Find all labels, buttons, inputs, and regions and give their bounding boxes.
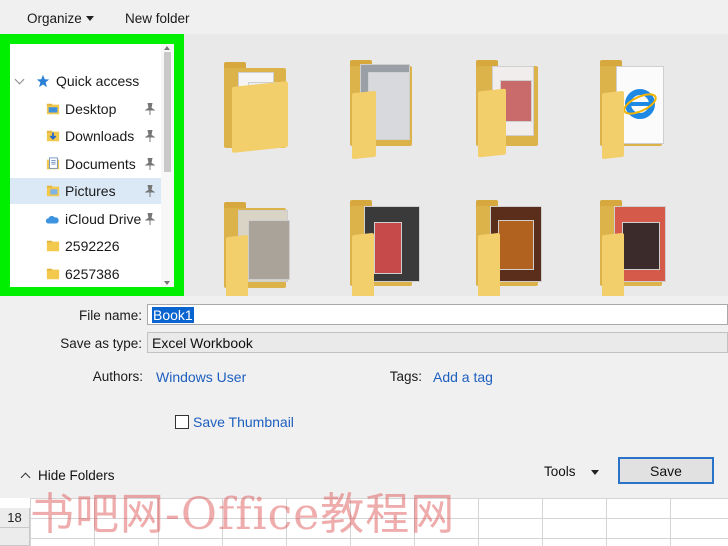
nav-item-label: 2592226	[65, 238, 120, 254]
folder-content-area	[184, 34, 728, 304]
new-folder-button[interactable]: New folder	[125, 11, 190, 26]
nav-item-label: 6257386	[65, 266, 120, 282]
navigation-scrollbar[interactable]	[161, 44, 174, 287]
nav-item-quick-access[interactable]: Quick access	[10, 68, 161, 94]
nav-item-label: Desktop	[65, 101, 117, 117]
pin-icon[interactable]	[145, 213, 155, 225]
folder-tile[interactable]	[594, 52, 680, 160]
folder-tile[interactable]	[470, 192, 556, 302]
folder-tile[interactable]	[218, 54, 304, 154]
row-header: 18	[0, 508, 30, 528]
documents-folder-icon	[46, 157, 60, 170]
folder-tile[interactable]	[344, 52, 430, 160]
save-as-type-label: Save as type:	[60, 336, 142, 351]
chevron-down-icon	[85, 16, 94, 21]
nav-item-documents[interactable]: Documents	[10, 151, 161, 177]
nav-item-label: Downloads	[65, 128, 135, 144]
scroll-down-icon[interactable]	[164, 281, 170, 285]
chevron-up-icon	[20, 472, 31, 483]
folder-tile[interactable]	[344, 192, 430, 302]
save-as-type-value: Excel Workbook	[152, 335, 253, 351]
nav-item-label: Pictures	[65, 183, 116, 199]
save-thumbnail-option[interactable]: Save Thumbnail	[175, 414, 294, 430]
expand-chevron-icon[interactable]	[14, 74, 25, 85]
hide-folders-label: Hide Folders	[38, 468, 115, 483]
folder-tile[interactable]	[470, 52, 556, 158]
pin-icon[interactable]	[145, 185, 155, 197]
save-as-type-select[interactable]: Excel Workbook	[147, 332, 728, 353]
toolbar: Organize New folder	[0, 0, 728, 38]
ie-logo-icon	[623, 89, 657, 119]
folder-tile[interactable]	[594, 192, 680, 302]
nav-item-downloads[interactable]: Downloads	[10, 123, 161, 149]
desktop-folder-icon	[46, 103, 60, 115]
pin-icon[interactable]	[145, 103, 155, 115]
nav-item-label: iCloud Drive	[65, 211, 142, 227]
hide-folders-button[interactable]: Hide Folders	[20, 468, 115, 483]
save-button[interactable]: Save	[618, 457, 714, 484]
pictures-folder-icon	[46, 185, 60, 197]
pin-icon[interactable]	[145, 158, 155, 170]
file-name-value: Book1	[152, 307, 194, 323]
nav-item-folder-2592226[interactable]: 2592226	[10, 233, 161, 259]
scroll-up-icon[interactable]	[164, 46, 170, 50]
spreadsheet-grid	[30, 498, 728, 546]
row-header-empty	[0, 528, 30, 546]
save-thumbnail-label[interactable]: Save Thumbnail	[193, 414, 294, 430]
nav-item-icloud-drive[interactable]: iCloud Drive	[10, 206, 161, 232]
authors-link[interactable]: Windows User	[156, 369, 246, 385]
file-name-input[interactable]: Book1	[147, 304, 728, 325]
scrollbar-thumb[interactable]	[164, 52, 171, 172]
star-icon	[36, 74, 50, 88]
pin-icon[interactable]	[145, 130, 155, 142]
nav-item-folder-6257386[interactable]: 6257386	[10, 261, 161, 287]
save-as-dialog: Organize New folder Quick access Desktop	[0, 0, 728, 498]
nav-item-pictures[interactable]: Pictures	[10, 178, 161, 204]
nav-item-label: Documents	[65, 156, 136, 172]
folder-icon	[46, 268, 60, 280]
nav-item-desktop[interactable]: Desktop	[10, 96, 161, 122]
navigation-pane-highlight: Quick access Desktop Downloads Documents…	[0, 34, 184, 296]
add-tag-link[interactable]: Add a tag	[433, 369, 493, 385]
folder-tile[interactable]	[218, 194, 304, 304]
authors-label: Authors:	[92, 369, 143, 384]
tags-label: Tags:	[389, 369, 422, 384]
organize-button[interactable]: Organize	[27, 11, 94, 26]
tools-dropdown-icon[interactable]	[591, 470, 599, 475]
file-name-label: File name:	[78, 308, 142, 323]
organize-label: Organize	[27, 11, 82, 26]
folder-icon	[46, 240, 60, 252]
downloads-folder-icon	[46, 130, 60, 142]
nav-item-label: Quick access	[56, 73, 140, 89]
save-form: File name: Book1 Save as type: Excel Wor…	[0, 296, 728, 498]
navigation-pane: Quick access Desktop Downloads Documents…	[10, 44, 161, 287]
spreadsheet-background: 18	[0, 498, 728, 546]
cloud-icon	[45, 215, 59, 224]
tools-button[interactable]: Tools	[544, 464, 576, 479]
save-thumbnail-checkbox[interactable]	[175, 415, 189, 429]
